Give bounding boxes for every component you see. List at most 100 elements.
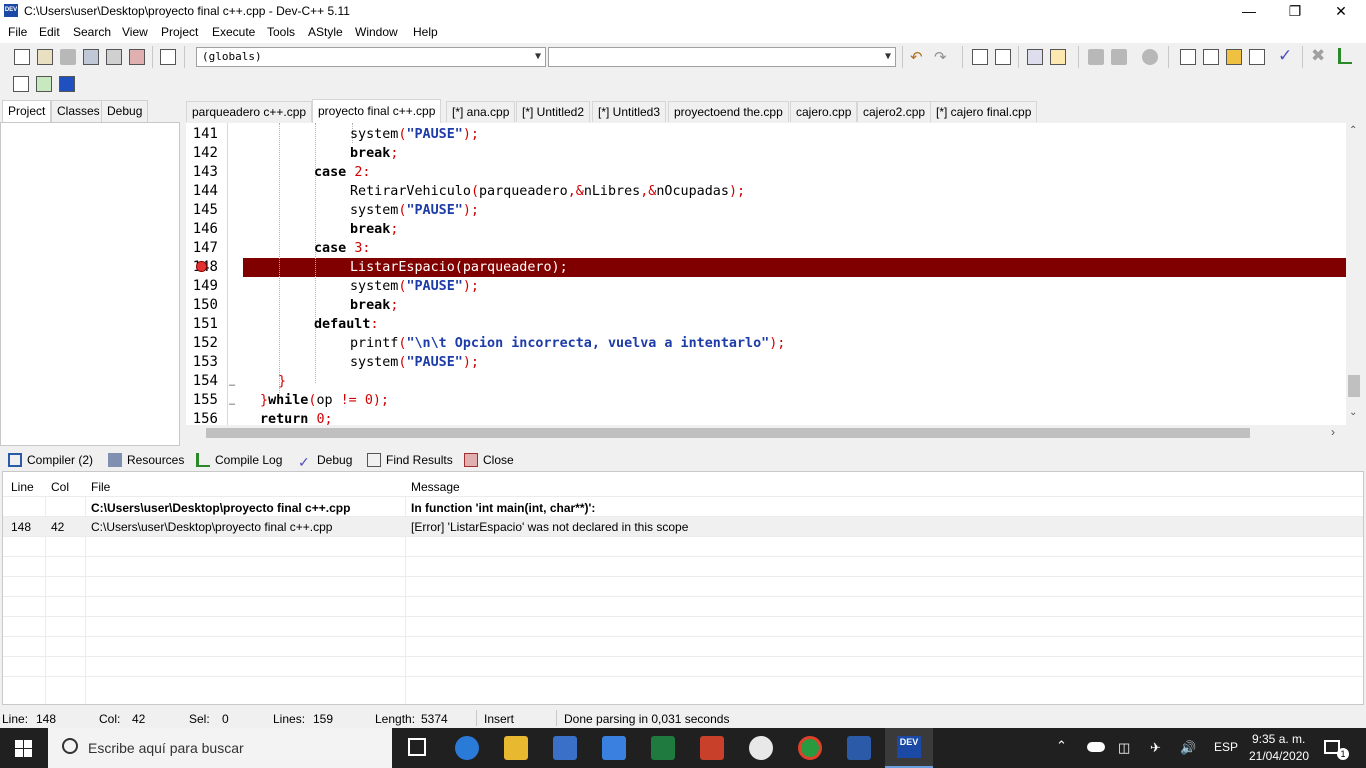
- file-tab[interactable]: cajero2.cpp: [857, 101, 932, 122]
- code-line[interactable]: system("PAUSE");: [350, 353, 479, 372]
- print-icon[interactable]: [160, 49, 176, 65]
- run-icon[interactable]: [1203, 49, 1219, 65]
- code-line[interactable]: system("PAUSE");: [350, 201, 479, 220]
- project-options-icon[interactable]: [59, 76, 75, 92]
- airplane-icon[interactable]: ✈: [1150, 740, 1161, 756]
- new-file-icon[interactable]: [14, 49, 30, 65]
- minimize-button[interactable]: —: [1226, 0, 1272, 22]
- syntax-check-icon[interactable]: ✓: [1278, 46, 1292, 66]
- close-all-icon[interactable]: [129, 49, 145, 65]
- menu-search[interactable]: Search: [73, 25, 111, 39]
- save-all-icon[interactable]: [83, 49, 99, 65]
- compile-run-icon[interactable]: [1226, 49, 1242, 65]
- code-line[interactable]: system("PAUSE");: [350, 125, 479, 144]
- result-col[interactable]: 42: [51, 520, 64, 534]
- compiler-results-table[interactable]: Line Col File Message C:\Users\user\Desk…: [2, 471, 1364, 705]
- replace-icon[interactable]: [995, 49, 1011, 65]
- mail-icon[interactable]: [602, 736, 626, 760]
- code-line[interactable]: }: [278, 372, 286, 391]
- code-line[interactable]: }while(op != 0);: [260, 391, 389, 410]
- menu-execute[interactable]: Execute: [212, 25, 255, 39]
- file-tab[interactable]: [*] Untitled3: [592, 101, 667, 122]
- tab-compiler[interactable]: Compiler (2): [8, 449, 93, 471]
- tab-compile-log[interactable]: Compile Log: [196, 449, 282, 471]
- find-icon[interactable]: [972, 49, 988, 65]
- itunes-icon[interactable]: [749, 736, 773, 760]
- goto-line-icon[interactable]: [1142, 49, 1158, 65]
- profile-analysis-icon[interactable]: [1338, 48, 1352, 64]
- tab-debug[interactable]: Debug: [101, 100, 149, 122]
- tab-classes[interactable]: Classes: [51, 100, 106, 122]
- language-indicator[interactable]: ESP: [1214, 740, 1238, 754]
- code-line[interactable]: case 3:: [314, 239, 370, 258]
- editor-vertical-scrollbar[interactable]: ⌃ ⌄: [1346, 123, 1362, 425]
- file-tab[interactable]: [*] ana.cpp: [446, 101, 516, 122]
- column-header-file[interactable]: File: [91, 480, 110, 494]
- file-tab[interactable]: [*] cajero final.cpp: [930, 101, 1038, 122]
- menu-help[interactable]: Help: [413, 25, 438, 39]
- taskbar-devcpp-active[interactable]: DEV: [885, 728, 933, 768]
- code-line[interactable]: return 0;: [260, 410, 333, 425]
- edge-icon[interactable]: [455, 736, 479, 760]
- file-tab[interactable]: cajero.cpp: [790, 101, 858, 122]
- code-line-error[interactable]: ListarEspacio(parqueadero);: [350, 258, 568, 277]
- result-line[interactable]: 148: [11, 520, 31, 534]
- column-header-message[interactable]: Message: [411, 480, 460, 494]
- tab-find-results[interactable]: Find Results: [367, 449, 453, 471]
- file-tab-active[interactable]: proyecto final c++.cpp: [312, 99, 442, 123]
- code-line[interactable]: printf("\n\t Opcion incorrecta, vuelva a…: [350, 334, 785, 353]
- project-browser[interactable]: [0, 122, 180, 446]
- column-header-col[interactable]: Col: [51, 480, 69, 494]
- goto-bookmark-icon[interactable]: [1111, 49, 1127, 65]
- save-icon[interactable]: [60, 49, 76, 65]
- result-message[interactable]: [Error] 'ListarEspacio' was not declared…: [411, 520, 688, 534]
- result-message[interactable]: In function 'int main(int, char**)':: [411, 501, 595, 515]
- tab-project[interactable]: Project: [2, 100, 52, 123]
- redo-icon[interactable]: ↷: [934, 48, 947, 66]
- result-file[interactable]: C:\Users\user\Desktop\proyecto final c++…: [91, 520, 332, 534]
- taskbar-search-box[interactable]: Escribe aquí para buscar: [48, 728, 392, 768]
- code-line[interactable]: default:: [314, 315, 379, 334]
- excel-icon[interactable]: [651, 736, 675, 760]
- restore-button[interactable]: ❐: [1272, 0, 1318, 22]
- tab-debug-output[interactable]: ✓ Debug: [298, 449, 352, 471]
- menu-window[interactable]: Window: [355, 25, 398, 39]
- fold-marker-icon[interactable]: –: [229, 398, 235, 410]
- editor-horizontal-scrollbar[interactable]: ›: [186, 425, 1346, 441]
- file-tab[interactable]: proyectoend the.cpp: [668, 101, 789, 122]
- result-file[interactable]: C:\Users\user\Desktop\proyecto final c++…: [91, 501, 350, 515]
- close-window-button[interactable]: ✕: [1318, 0, 1364, 22]
- tab-close[interactable]: Close: [464, 449, 514, 471]
- scroll-thumb[interactable]: [1348, 375, 1360, 397]
- function-combo[interactable]: ▼: [548, 47, 896, 67]
- toggle-bookmark-icon[interactable]: [1088, 49, 1104, 65]
- taskbar-date[interactable]: 21/04/2020: [1249, 749, 1309, 763]
- open-file-icon[interactable]: [37, 49, 53, 65]
- menu-tools[interactable]: Tools: [267, 25, 295, 39]
- column-header-line[interactable]: Line: [11, 480, 34, 494]
- volume-icon[interactable]: 🔊: [1180, 740, 1196, 756]
- file-tab[interactable]: parqueadero c++.cpp: [186, 101, 313, 122]
- code-line[interactable]: break;: [350, 144, 398, 163]
- menu-edit[interactable]: Edit: [39, 25, 60, 39]
- code-line[interactable]: break;: [350, 296, 398, 315]
- menu-astyle[interactable]: AStyle: [308, 25, 343, 39]
- code-line[interactable]: break;: [350, 220, 398, 239]
- tab-resources[interactable]: Resources: [108, 449, 184, 471]
- powerpoint-icon[interactable]: [700, 736, 724, 760]
- scope-combo[interactable]: (globals) ▼: [196, 47, 546, 67]
- compile-icon[interactable]: [1180, 49, 1196, 65]
- menu-file[interactable]: File: [8, 25, 27, 39]
- battery-icon[interactable]: ◫: [1118, 740, 1130, 756]
- show-hidden-icons-icon[interactable]: ⌃: [1056, 738, 1067, 754]
- taskbar-time[interactable]: 9:35 a. m.: [1252, 732, 1305, 746]
- menu-view[interactable]: View: [122, 25, 148, 39]
- file-tab[interactable]: [*] Untitled2: [516, 101, 591, 122]
- code-line[interactable]: RetirarVehiculo(parqueadero,&nLibres,&nO…: [350, 182, 745, 201]
- file-explorer-icon[interactable]: [504, 736, 528, 760]
- scroll-right-icon[interactable]: ›: [1331, 425, 1335, 439]
- hscroll-thumb[interactable]: [206, 428, 1250, 438]
- windows-start-icon[interactable]: [15, 740, 32, 757]
- code-line[interactable]: system("PAUSE");: [350, 277, 479, 296]
- scroll-down-icon[interactable]: ⌄: [1349, 407, 1357, 418]
